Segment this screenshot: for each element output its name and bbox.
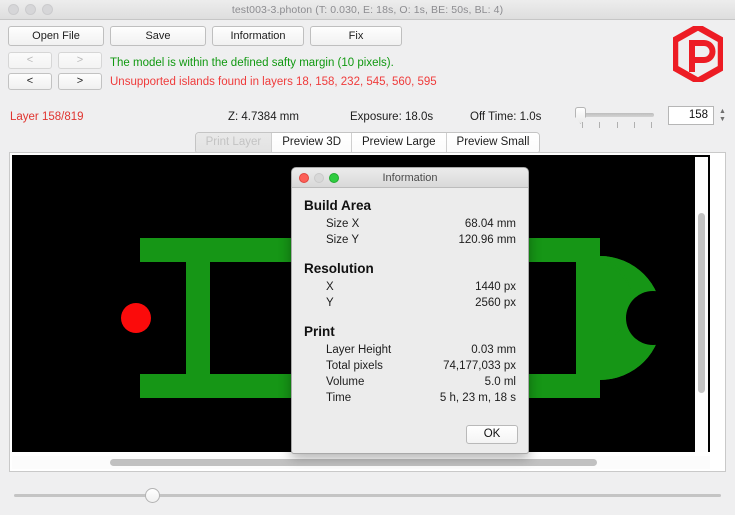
navigation-row-bottom: < > [8,73,108,90]
layer-indicator: Layer 158/819 [10,111,84,123]
row-value: 0.03 mm [471,344,516,356]
row-label: Y [326,297,334,309]
row-layer-height: Layer Height 0.03 mm [304,342,516,358]
row-label: Volume [326,376,365,388]
dialog-titlebar: Information [292,168,528,188]
row-value: 74,177,033 px [443,360,516,372]
row-label: Size Y [326,234,360,246]
view-tabs: Print Layer Preview 3D Preview Large Pre… [0,132,735,154]
horizontal-scrollbar[interactable] [12,456,710,469]
safety-margin-message: The model is within the defined safty ma… [110,57,394,69]
row-value: 1440 px [475,281,516,293]
toolbar-button-row: Open File Save Information Fix [8,26,727,46]
layer-slider-ticks [582,122,652,128]
toolbar: Open File Save Information Fix < > < > T… [0,20,735,94]
off-time-label: Off Time: 1.0s [470,111,542,123]
stepper-down-icon[interactable]: ▼ [719,116,726,124]
layer-stepper[interactable]: 158 ▲ ▼ [668,106,729,125]
information-button[interactable]: Information [212,26,304,46]
next-island-button[interactable]: > [58,73,102,90]
layer-stepper-arrows[interactable]: ▲ ▼ [716,106,729,125]
unsupported-islands-message: Unsupported islands found in layers 18, … [110,76,437,88]
navigation-buttons: < > < > [8,52,108,94]
message-column: The model is within the defined safty ma… [108,54,437,92]
section-heading-print: Print [304,324,335,339]
status-row: Layer 158/819 Z: 4.7384 mm Exposure: 18.… [0,104,735,130]
layer-slider-track[interactable] [580,113,654,117]
zoom-slider[interactable] [14,486,721,506]
open-file-button[interactable]: Open File [8,26,104,46]
row-time: Time 5 h, 23 m, 18 s [304,390,516,406]
window-titlebar: test003-3.photon (T: 0.030, E: 18s, O: 1… [0,0,735,20]
navigation-row-top: < > [8,52,108,69]
save-button[interactable]: Save [110,26,206,46]
information-dialog: Information Build Area Size X 68.04 mm S… [291,167,529,454]
row-value: 5 h, 23 m, 18 s [439,392,516,404]
next-margin-button[interactable]: > [58,52,102,69]
row-label: Total pixels [326,360,383,372]
tab-preview-large[interactable]: Preview Large [352,133,447,153]
window-title: test003-3.photon (T: 0.030, E: 18s, O: 1… [231,3,504,16]
stepper-up-icon[interactable]: ▲ [719,108,726,116]
row-size-x: Size X 68.04 mm [304,216,516,232]
fix-button[interactable]: Fix [310,26,402,46]
row-size-y: Size Y 120.96 mm [304,232,516,248]
row-value: 2560 px [475,297,516,309]
row-label: Time [326,392,352,404]
dialog-body: Build Area Size X 68.04 mm Size Y 120.96… [292,188,528,406]
section-heading-build-area: Build Area [304,198,372,213]
row-volume: Volume 5.0 ml [304,374,516,390]
row-resolution-x: X 1440 px [304,279,516,295]
row-label: Size X [326,218,360,230]
row-resolution-y: Y 2560 px [304,295,516,311]
z-height-label: Z: 4.7384 mm [228,111,299,123]
tab-preview-small[interactable]: Preview Small [446,133,540,153]
row-value: 5.0 ml [484,376,516,388]
model-hole [626,291,680,345]
prev-island-button[interactable]: < [8,73,52,90]
section-heading-resolution: Resolution [304,261,374,276]
photon-logo-icon [673,26,723,82]
row-value: 120.96 mm [458,234,516,246]
vertical-scrollbar[interactable] [695,157,708,452]
row-value: 68.04 mm [464,218,516,230]
unsupported-island-marker [121,303,151,333]
zoom-slider-track[interactable] [14,494,721,497]
tab-print-layer[interactable]: Print Layer [195,133,273,153]
row-label: Layer Height [326,344,392,356]
navigation-and-messages: < > < > The model is within the defined … [8,52,727,94]
exposure-label: Exposure: 18.0s [350,111,434,123]
tab-preview-3d[interactable]: Preview 3D [272,133,353,153]
zoom-slider-thumb[interactable] [145,488,160,503]
layer-slider[interactable] [572,104,660,130]
prev-margin-button[interactable]: < [8,52,52,69]
row-total-pixels: Total pixels 74,177,033 px [304,358,516,374]
row-label: X [326,281,334,293]
photon-file-validator-window: test003-3.photon (T: 0.030, E: 18s, O: 1… [0,0,735,515]
dialog-ok-button[interactable]: OK [466,425,518,444]
layer-number-input[interactable]: 158 [668,106,714,125]
dialog-title: Information [382,171,438,184]
